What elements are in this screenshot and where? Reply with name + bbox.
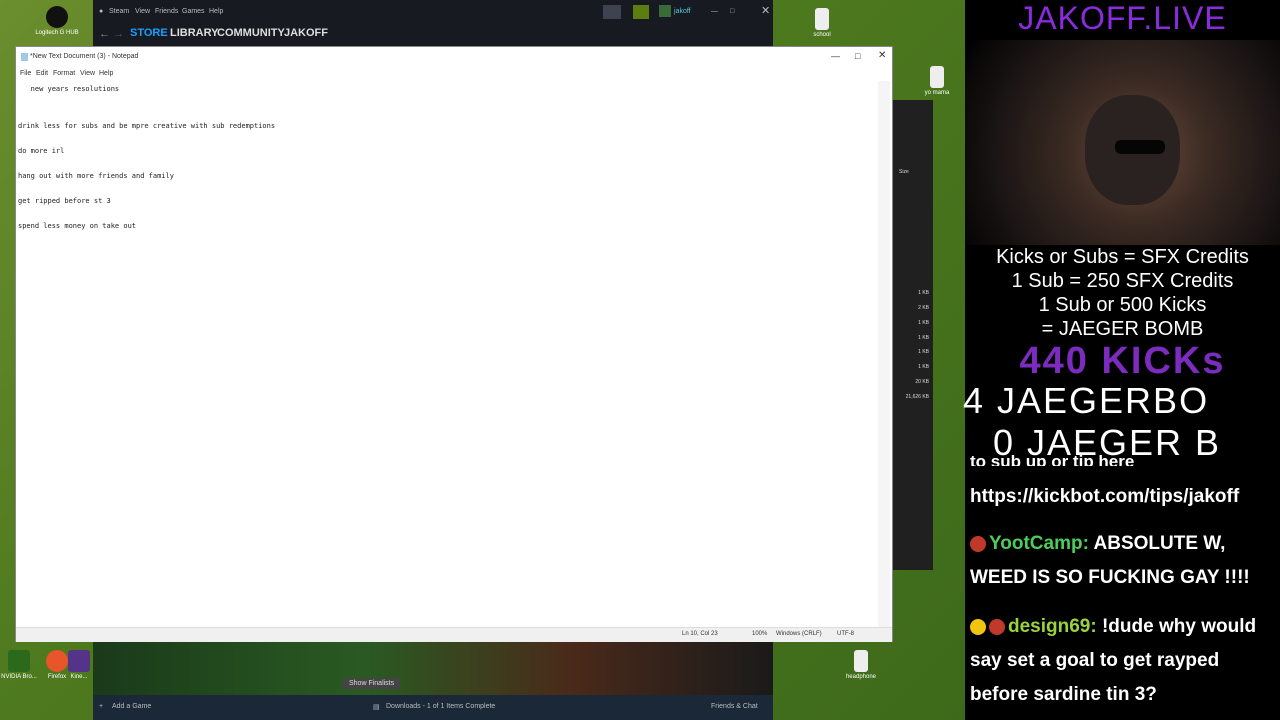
avatar[interactable] bbox=[659, 5, 671, 17]
desktop-icon-yo-mama[interactable]: yo mama bbox=[912, 66, 962, 97]
chat-username: design69: bbox=[1008, 616, 1097, 637]
zoom-level: 100% bbox=[752, 631, 768, 637]
user-badge-icon bbox=[970, 535, 986, 552]
tab-profile[interactable]: JAKOFF bbox=[284, 27, 328, 39]
notepad-statusbar: Ln 10, Col 23 100% Windows (CRLF) UTF-8 bbox=[16, 627, 892, 642]
text-line: get ripped before st 3 bbox=[18, 197, 111, 205]
menu-file[interactable]: File bbox=[20, 70, 31, 77]
file-size: 1 KB bbox=[918, 364, 929, 370]
vertical-scrollbar[interactable] bbox=[878, 81, 890, 627]
steam-logo-icon: ● bbox=[99, 8, 104, 15]
menu-edit[interactable]: Edit bbox=[36, 70, 48, 77]
desktop-icon-logitech[interactable]: Logitech G HUB bbox=[32, 6, 82, 37]
friends-chat-button[interactable]: Friends & Chat bbox=[711, 703, 758, 710]
tip-line: to sub up or tip here bbox=[970, 452, 1135, 466]
steam-menu-view[interactable]: View bbox=[135, 8, 150, 15]
maximize-icon[interactable]: □ bbox=[855, 51, 860, 61]
file-icon bbox=[815, 8, 829, 30]
close-icon[interactable]: ✕ bbox=[878, 50, 886, 61]
minimize-icon[interactable]: — bbox=[711, 8, 718, 15]
file-size: 1 KB bbox=[918, 335, 929, 341]
desktop-icon-kine[interactable]: Kine... bbox=[64, 650, 94, 681]
size-column-header[interactable]: Size bbox=[899, 169, 909, 175]
sunglasses bbox=[1115, 140, 1165, 154]
steam-game-banner: Show Finalists bbox=[93, 640, 773, 695]
steam-username[interactable]: jakoff bbox=[674, 8, 691, 15]
window-title: *New Text Document (3) - Notepad bbox=[30, 53, 139, 60]
credits-line: = JAEGER BOMB bbox=[1041, 318, 1204, 340]
text-line: new years resolutions bbox=[18, 85, 120, 93]
credits-line: Kicks or Subs = SFX Credits bbox=[996, 246, 1249, 268]
file-size: 21,626 KB bbox=[905, 394, 929, 400]
stream-overlay: JAKOFF.LIVE Kicks or Subs = SFX Credits … bbox=[963, 0, 1280, 720]
downloads-status[interactable]: Downloads - 1 of 1 Items Complete bbox=[386, 703, 495, 710]
text-editor[interactable]: new years resolutions drink less for sub… bbox=[16, 81, 892, 627]
steam-menu-steam[interactable]: Steam bbox=[109, 8, 129, 15]
tip-url: https://kickbot.com/tips/jakoff bbox=[970, 486, 1240, 507]
file-icon bbox=[854, 650, 868, 672]
file-size: 1 KB bbox=[918, 320, 929, 326]
chat-username: YootCamp: bbox=[989, 533, 1089, 554]
file-size: 1 KB bbox=[918, 349, 929, 355]
steam-bottom-bar: + Add a Game ▤ Downloads - 1 of 1 Items … bbox=[93, 695, 773, 720]
desktop-icon-school[interactable]: school bbox=[797, 8, 847, 39]
broadcast-icon[interactable] bbox=[603, 5, 621, 19]
file-size: 2 KB bbox=[918, 305, 929, 311]
credits-line: 1 Sub or 500 Kicks bbox=[1038, 294, 1207, 316]
notepad-window: *New Text Document (3) - Notepad — □ ✕ F… bbox=[15, 46, 893, 642]
nvidia-icon bbox=[8, 650, 30, 672]
chat-message: design69: !dude why would say set a goal… bbox=[970, 610, 1275, 712]
logitech-icon bbox=[46, 6, 68, 28]
menu-format[interactable]: Format bbox=[53, 70, 75, 77]
add-icon: + bbox=[99, 703, 104, 710]
kicks-counter: 440 KICKs bbox=[1019, 340, 1226, 382]
text-line: do more irl bbox=[18, 147, 65, 155]
notepad-menubar: File Edit Format View Help bbox=[16, 67, 892, 81]
channel-brand: JAKOFF.LIVE bbox=[1018, 0, 1227, 36]
chat-message: YootCamp: ABSOLUTE W, WEED IS SO FUCKING… bbox=[970, 527, 1275, 595]
maximize-icon[interactable]: □ bbox=[730, 8, 734, 15]
add-game-button[interactable]: Add a Game bbox=[112, 703, 151, 710]
text-line: drink less for subs and be mpre creative… bbox=[18, 122, 276, 130]
steam-menu-games[interactable]: Games bbox=[182, 8, 205, 15]
file-explorer-window: Size 1 KB 2 KB 1 KB 1 KB 1 KB 1 KB 20 KB… bbox=[893, 100, 933, 570]
back-arrow-icon[interactable]: ← bbox=[99, 28, 110, 40]
menu-help[interactable]: Help bbox=[99, 70, 113, 77]
steam-titlebar: ● Steam View Friends Games Help jakoff —… bbox=[93, 0, 773, 24]
notepad-titlebar: *New Text Document (3) - Notepad — □ ✕ bbox=[16, 47, 892, 67]
text-line: hang out with more friends and family bbox=[18, 172, 174, 180]
notification-bell-icon[interactable] bbox=[633, 5, 649, 19]
file-size: 1 KB bbox=[918, 290, 929, 296]
menu-view[interactable]: View bbox=[80, 70, 95, 77]
encoding: UTF-8 bbox=[837, 631, 854, 637]
show-finalists-button[interactable]: Show Finalists bbox=[343, 678, 401, 689]
tab-community[interactable]: COMMUNITY bbox=[217, 27, 285, 39]
line-ending: Windows (CRLF) bbox=[776, 631, 822, 637]
notepad-icon bbox=[21, 53, 28, 61]
user-badge-icon bbox=[989, 618, 1005, 635]
jaegerbomb-goal: 4 JAEGERBO bbox=[963, 380, 1210, 421]
file-size: 20 KB bbox=[915, 379, 929, 385]
text-line: spend less money on take out bbox=[18, 222, 137, 230]
cursor-position: Ln 10, Col 23 bbox=[682, 631, 718, 637]
steam-menu-help[interactable]: Help bbox=[209, 8, 223, 15]
desktop-icon-headphone[interactable]: headphone bbox=[836, 650, 886, 681]
file-icon bbox=[930, 66, 944, 88]
forward-arrow-icon[interactable]: → bbox=[113, 28, 124, 40]
credits-line: 1 Sub = 250 SFX Credits bbox=[1011, 270, 1234, 292]
app-icon bbox=[68, 650, 90, 672]
badge-icon bbox=[970, 618, 986, 635]
tab-library[interactable]: LIBRARY bbox=[170, 27, 218, 39]
download-icon: ▤ bbox=[373, 704, 380, 711]
steam-menu-friends[interactable]: Friends bbox=[155, 8, 178, 15]
close-icon[interactable]: ✕ bbox=[761, 4, 770, 17]
tab-store[interactable]: STORE bbox=[130, 27, 168, 39]
minimize-icon[interactable]: — bbox=[831, 51, 840, 61]
webcam-feed bbox=[965, 40, 1280, 245]
